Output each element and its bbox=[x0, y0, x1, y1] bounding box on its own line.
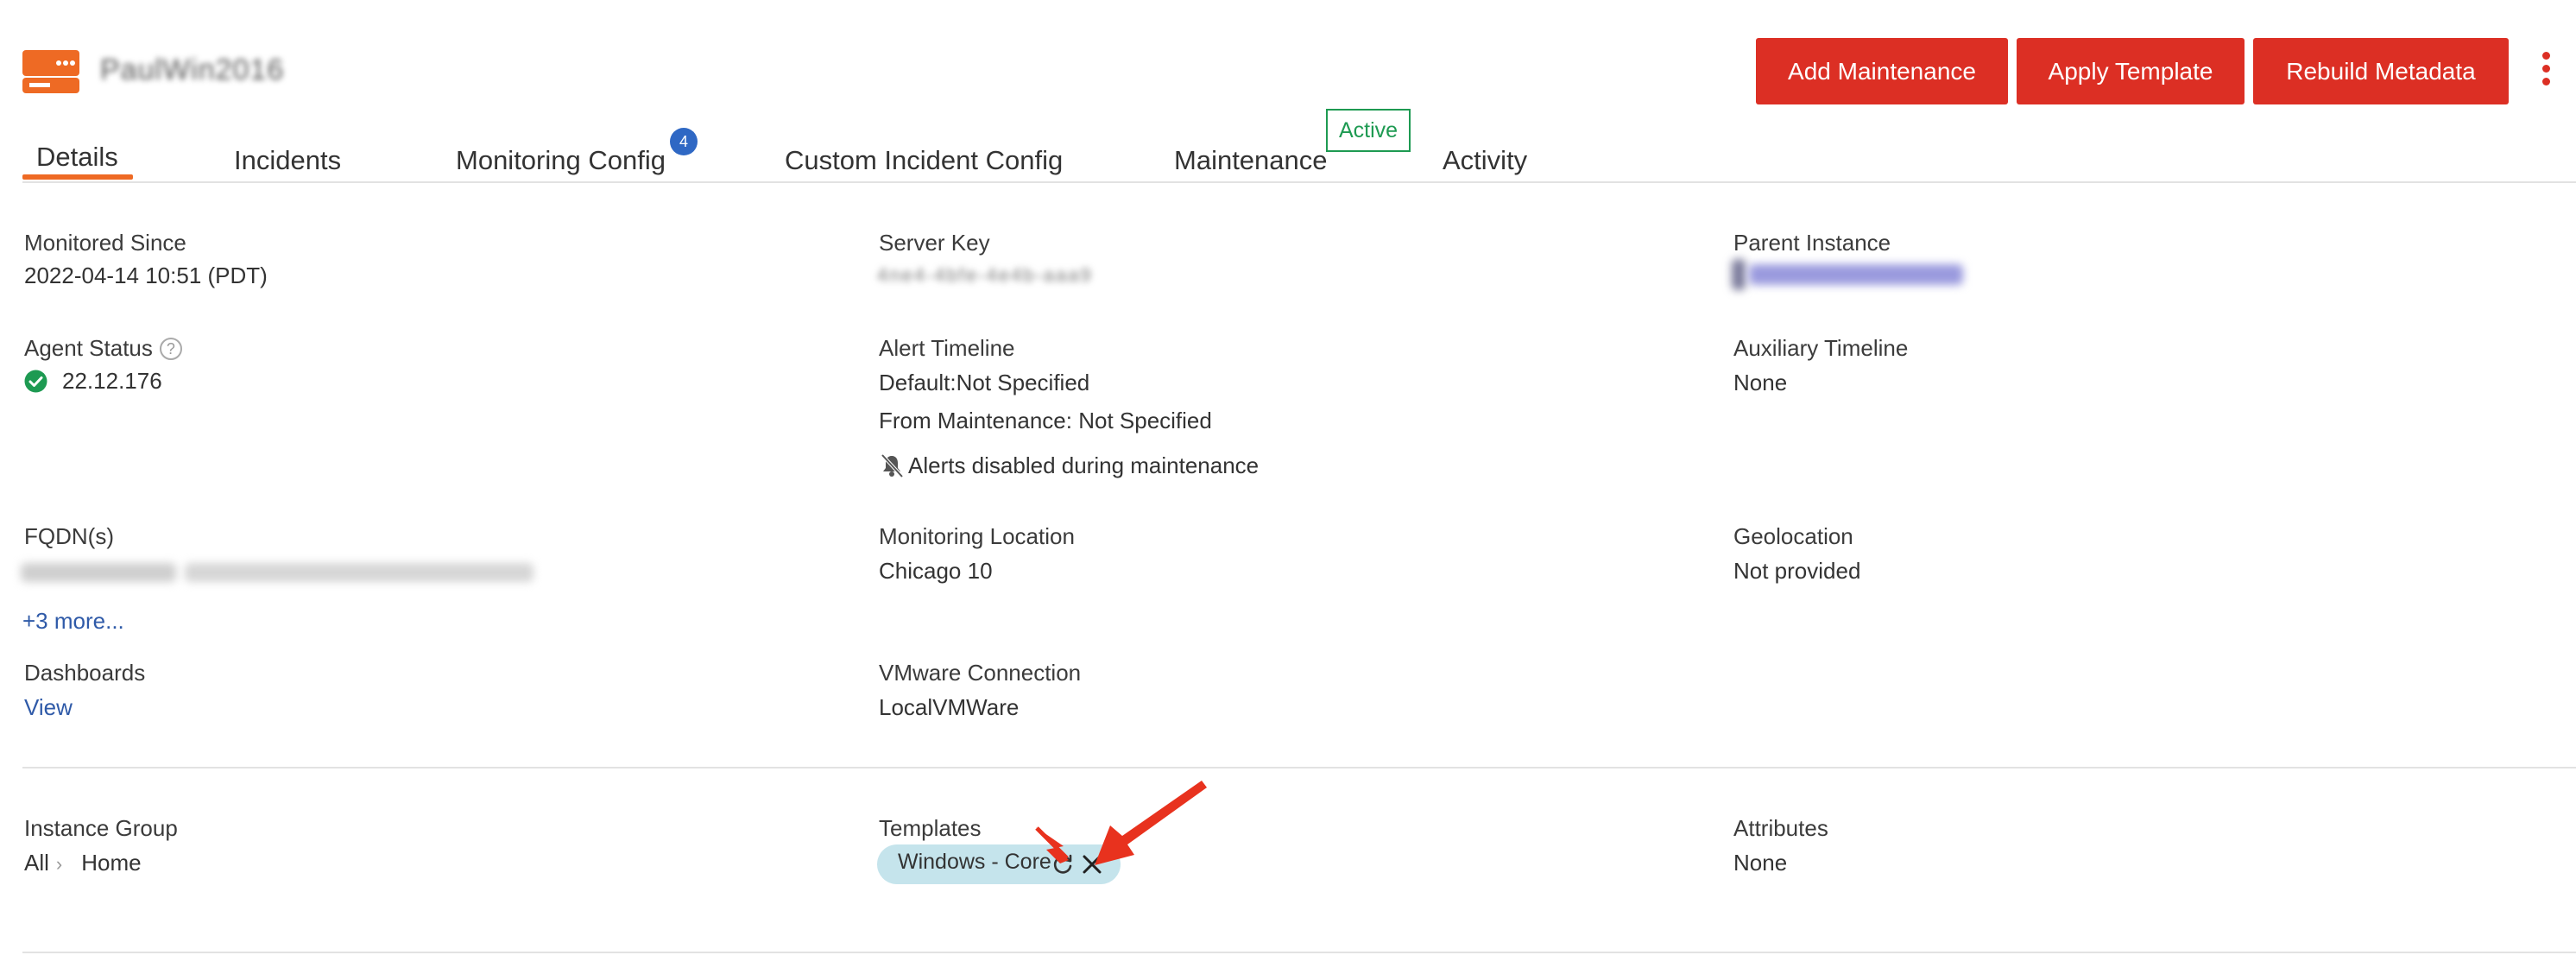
active-tab-indicator bbox=[22, 174, 133, 180]
alert-timeline-label: Alert Timeline bbox=[879, 335, 1015, 361]
auxiliary-timeline-label: Auxiliary Timeline bbox=[1733, 335, 1909, 361]
tab-maintenance[interactable]: Maintenance bbox=[1174, 145, 1328, 176]
tab-activity[interactable]: Activity bbox=[1443, 145, 1527, 176]
agent-version-value: 22.12.176 bbox=[62, 368, 162, 394]
apply-template-button[interactable]: Apply Template bbox=[2017, 38, 2245, 104]
monitoring-config-count-badge: 4 bbox=[670, 128, 698, 155]
fqdns-more-link[interactable]: +3 more... bbox=[22, 608, 124, 635]
vertical-dots-icon[interactable] bbox=[2531, 52, 2560, 93]
instance-group-label: Instance Group bbox=[24, 815, 178, 841]
agent-status-label: Agent Status? bbox=[24, 335, 182, 362]
refresh-icon[interactable] bbox=[1051, 852, 1075, 876]
geolocation-label: Geolocation bbox=[1733, 523, 1853, 549]
monitored-since-label: Monitored Since bbox=[24, 230, 186, 256]
fqdn-value-2 bbox=[185, 563, 534, 582]
check-circle-icon bbox=[24, 370, 47, 393]
server-key-value: 4ne4-4bfe-4e4b-aaa9 bbox=[877, 264, 1093, 286]
alerts-disabled-note: Alerts disabled during maintenance bbox=[908, 452, 1260, 478]
parent-instance-link[interactable] bbox=[1749, 264, 1963, 285]
vmware-connection-label: VMware Connection bbox=[879, 660, 1082, 686]
add-maintenance-button[interactable]: Add Maintenance bbox=[1756, 38, 2008, 104]
server-name: PaulWin2016 bbox=[100, 54, 285, 86]
server-key-label: Server Key bbox=[879, 230, 990, 256]
tab-details[interactable]: Details bbox=[36, 142, 118, 173]
tab-custom-incident-config[interactable]: Custom Incident Config bbox=[785, 145, 1063, 176]
close-icon[interactable] bbox=[1080, 852, 1104, 876]
tab-incidents[interactable]: Incidents bbox=[234, 145, 341, 176]
monitored-since-value: 2022-04-14 10:51 (PDT) bbox=[24, 262, 268, 288]
section-divider bbox=[22, 767, 2576, 768]
auxiliary-timeline-value: None bbox=[1733, 370, 1788, 395]
parent-instance-label: Parent Instance bbox=[1733, 230, 1891, 256]
attributes-label: Attributes bbox=[1733, 815, 1828, 841]
dashboards-view-link[interactable]: View bbox=[24, 694, 73, 721]
agent-status-label-text: Agent Status bbox=[24, 335, 153, 361]
chevron-right-icon: › bbox=[55, 853, 63, 875]
alert-timeline-from-maintenance: From Maintenance: Not Specified bbox=[879, 408, 1212, 433]
tabs-divider bbox=[22, 181, 2576, 183]
fqdns-label: FQDN(s) bbox=[24, 523, 114, 549]
breadcrumb-all[interactable]: All bbox=[24, 850, 49, 876]
alert-timeline-default: Default:Not Specified bbox=[879, 370, 1090, 395]
vmware-connection-value: LocalVMWare bbox=[879, 694, 1020, 720]
breadcrumb-home[interactable]: Home bbox=[81, 850, 141, 876]
rebuild-metadata-button[interactable]: Rebuild Metadata bbox=[2253, 38, 2509, 104]
parent-instance-icon bbox=[1732, 259, 1746, 290]
templates-label: Templates bbox=[879, 815, 982, 841]
geolocation-value: Not provided bbox=[1733, 558, 1861, 584]
dashboards-label: Dashboards bbox=[24, 660, 146, 686]
attributes-value: None bbox=[1733, 850, 1788, 876]
maintenance-active-badge: Active bbox=[1326, 109, 1411, 152]
fqdn-value-1 bbox=[21, 563, 176, 582]
question-circle-icon[interactable]: ? bbox=[159, 338, 182, 360]
monitoring-location-value: Chicago 10 bbox=[879, 558, 993, 584]
instance-group-breadcrumb: All › Home bbox=[24, 850, 142, 876]
template-chip-label: Windows - Core bbox=[898, 850, 1051, 874]
bell-slash-icon bbox=[881, 453, 904, 478]
monitoring-location-label: Monitoring Location bbox=[879, 523, 1075, 549]
tab-monitoring-config[interactable]: Monitoring Config bbox=[456, 145, 666, 176]
server-icon bbox=[22, 50, 79, 93]
bottom-divider bbox=[22, 952, 2576, 953]
